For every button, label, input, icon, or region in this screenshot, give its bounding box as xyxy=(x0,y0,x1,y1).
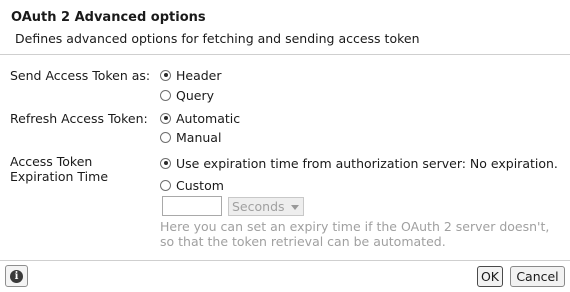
query-radio[interactable] xyxy=(160,89,171,101)
time-unit-select[interactable]: Seconds xyxy=(228,197,304,216)
header-radio[interactable] xyxy=(160,69,171,81)
manual-option-label: Manual xyxy=(176,129,222,145)
server-expiration-label: Use expiration time from authorization s… xyxy=(176,155,558,171)
send-token-header-option[interactable]: Header xyxy=(160,67,222,83)
expiration-server-option[interactable]: Use expiration time from authorization s… xyxy=(160,155,558,171)
dialog-title: OAuth 2 Advanced options xyxy=(11,10,206,25)
dialog-header: OAuth 2 Advanced options Defines advance… xyxy=(0,0,570,55)
refresh-automatic-option[interactable]: Automatic xyxy=(160,110,240,126)
dialog-subtitle: Defines advanced options for fetching an… xyxy=(15,31,420,46)
chevron-down-icon xyxy=(291,205,299,210)
expiry-hint: Here you can set an expiry time if the O… xyxy=(160,219,560,249)
send-token-query-option[interactable]: Query xyxy=(160,87,214,103)
refresh-manual-option[interactable]: Manual xyxy=(160,129,221,145)
query-option-label: Query xyxy=(176,87,214,103)
manual-radio[interactable] xyxy=(160,131,171,143)
custom-radio[interactable] xyxy=(160,179,171,191)
expiration-custom-option[interactable]: Custom xyxy=(160,177,224,193)
expiration-label-line2: Expiration Time xyxy=(10,169,109,184)
refresh-token-label: Refresh Access Token: xyxy=(10,111,148,126)
cancel-button[interactable]: Cancel xyxy=(510,266,565,287)
server-expiration-radio[interactable] xyxy=(160,157,171,169)
header-option-label: Header xyxy=(176,67,222,83)
automatic-option-label: Automatic xyxy=(176,110,241,126)
info-icon: i xyxy=(10,269,23,283)
expiration-label-line1: Access Token xyxy=(10,154,93,169)
expiry-hint-line2: so that the token retrieval can be autom… xyxy=(160,234,446,249)
automatic-radio[interactable] xyxy=(160,112,171,124)
footer-divider xyxy=(0,260,570,261)
custom-expiry-input[interactable] xyxy=(162,196,222,216)
info-button[interactable]: i xyxy=(5,265,28,287)
send-token-label: Send Access Token as: xyxy=(10,68,151,83)
ok-button[interactable]: OK xyxy=(477,266,503,287)
custom-option-label: Custom xyxy=(176,177,224,193)
time-unit-value: Seconds xyxy=(232,199,285,214)
expiry-hint-line1: Here you can set an expiry time if the O… xyxy=(160,219,550,234)
